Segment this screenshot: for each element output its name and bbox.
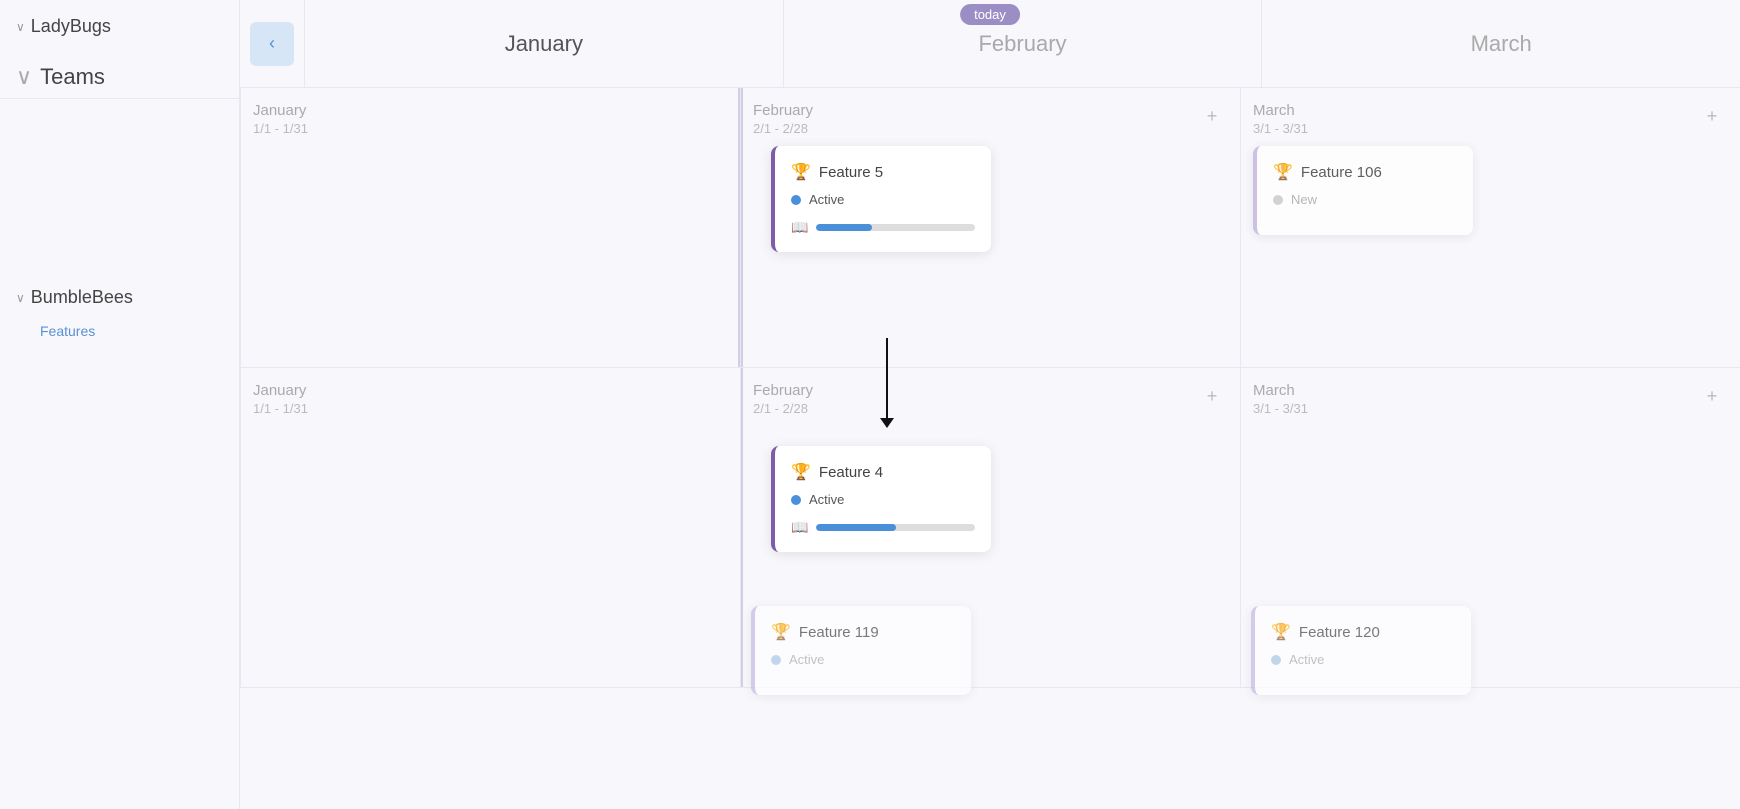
bumblebees-mar-cell: March 3/1 - 3/31 + 🏆 Feature 120 A <box>1240 368 1740 688</box>
feature5-progress-row: 📖 <box>791 219 975 236</box>
sidebar: ∨ LadyBugs Features ∨ BumbleBees Feature… <box>0 0 240 809</box>
ladybugs-mar-label: March <box>1253 102 1728 119</box>
arrow-connector <box>880 338 894 428</box>
feature5-card[interactable]: 🏆 Feature 5 Active 📖 <box>771 146 991 252</box>
month-header-january: January <box>304 0 783 87</box>
feature106-status-label: New <box>1291 192 1317 207</box>
ladybugs-jan-cell: January 1/1 - 1/31 <box>240 88 740 368</box>
month-header-february: February <box>783 0 1262 87</box>
feature119-trophy-icon: 🏆 <box>771 622 791 642</box>
teams-top-header: ∨ Teams <box>0 55 240 99</box>
feature120-title-row: 🏆 Feature 120 <box>1271 622 1455 642</box>
feature120-title: Feature 120 <box>1299 624 1380 641</box>
ladybugs-mar-cell: March 3/1 - 3/31 + 🏆 Feature 106 N <box>1240 88 1740 368</box>
feature4-status-dot <box>791 495 801 505</box>
today-line-feb-lb <box>741 88 743 367</box>
feature106-status-row: New <box>1273 192 1457 207</box>
sidebar-item-bumblebees-features[interactable]: Features <box>40 320 223 342</box>
bumblebees-jan-cell: January 1/1 - 1/31 <box>240 368 740 688</box>
ladybugs-feb-add-button[interactable]: + <box>1200 104 1224 128</box>
feature119-card-wrapper: 🏆 Feature 119 Active <box>751 598 971 695</box>
bumblebees-mar-dates: 3/1 - 3/31 <box>1253 401 1728 416</box>
timeline-grid: January 1/1 - 1/31 February 2/1 - 2/28 + <box>240 88 1740 809</box>
sidebar-team-bumblebees: ∨ BumbleBees Features <box>0 279 239 346</box>
feature119-status-dot <box>771 655 781 665</box>
feature5-status-row: Active <box>791 192 975 207</box>
feature106-trophy-icon: 🏆 <box>1273 162 1293 182</box>
chevron-down-icon-bumblebees: ∨ <box>16 291 25 305</box>
feature119-card[interactable]: 🏆 Feature 119 Active <box>751 606 971 695</box>
feature4-title: Feature 4 <box>819 464 883 481</box>
feature4-book-icon: 📖 <box>791 519 808 536</box>
feature106-title: Feature 106 <box>1301 164 1382 181</box>
ladybugs-mar-dates: 3/1 - 3/31 <box>1253 121 1728 136</box>
feature5-progress-fill <box>816 224 871 231</box>
sidebar-features-bumblebees: Features <box>0 316 239 346</box>
today-button[interactable]: today <box>960 4 1020 25</box>
feature4-trophy-icon: 🏆 <box>791 462 811 482</box>
ladybugs-jan-dates: 1/1 - 1/31 <box>253 121 728 136</box>
feature106-card-wrapper: 🏆 Feature 106 New <box>1253 138 1473 235</box>
feature106-title-row: 🏆 Feature 106 <box>1273 162 1457 182</box>
today-line-feb-bb <box>741 368 743 687</box>
feature5-card-wrapper: 🏆 Feature 5 Active 📖 <box>771 138 991 252</box>
feature4-card[interactable]: 🏆 Feature 4 Active 📖 <box>771 446 991 552</box>
feature120-status-row: Active <box>1271 652 1455 667</box>
feature120-status-label: Active <box>1289 652 1324 667</box>
main-content: today ‹ January February March January 1… <box>240 0 1740 809</box>
ladybugs-jan-label: January <box>253 102 728 119</box>
feature4-progress-fill <box>816 524 895 531</box>
feature120-status-dot <box>1271 655 1281 665</box>
feature5-status-dot <box>791 195 801 205</box>
sidebar-team-label-ladybugs: LadyBugs <box>31 16 111 37</box>
feature120-card-wrapper: 🏆 Feature 120 Active <box>1251 598 1471 695</box>
chevron-down-icon: ∨ <box>16 20 25 34</box>
feature120-card[interactable]: 🏆 Feature 120 Active <box>1251 606 1471 695</box>
feature119-status-row: Active <box>771 652 955 667</box>
feature4-progress-row: 📖 <box>791 519 975 536</box>
arrow-line <box>886 338 888 418</box>
sidebar-team-header-ladybugs[interactable]: ∨ LadyBugs <box>0 8 239 45</box>
bumblebees-jan-label: January <box>253 382 728 399</box>
feature5-status-label: Active <box>809 192 844 207</box>
feature4-title-row: 🏆 Feature 4 <box>791 462 975 482</box>
feature119-title-row: 🏆 Feature 119 <box>771 622 955 642</box>
bumblebees-jan-dates: 1/1 - 1/31 <box>253 401 728 416</box>
feature5-title: Feature 5 <box>819 164 883 181</box>
feature4-status-row: Active <box>791 492 975 507</box>
bumblebees-feb-dates: 2/1 - 2/28 <box>753 401 1228 416</box>
feature4-card-wrapper: 🏆 Feature 4 Active 📖 <box>771 438 991 552</box>
ladybugs-feb-cell: February 2/1 - 2/28 + 🏆 Feature 5 <box>740 88 1240 368</box>
bumblebees-mar-label: March <box>1253 382 1728 399</box>
month-headers: January February March <box>304 0 1740 87</box>
month-header-march: March <box>1261 0 1740 87</box>
teams-label: Teams <box>40 64 105 90</box>
teams-chevron-icon: ∨ <box>16 64 32 90</box>
feature119-title: Feature 119 <box>799 624 879 641</box>
bumblebees-mar-add-button[interactable]: + <box>1700 384 1724 408</box>
ladybugs-feb-dates: 2/1 - 2/28 <box>753 121 1228 136</box>
feature106-card[interactable]: 🏆 Feature 106 New <box>1253 146 1473 235</box>
bumblebees-row: January 1/1 - 1/31 February 2/1 - 2/28 +… <box>240 368 1740 688</box>
feature5-progress-bg <box>816 224 975 231</box>
feature106-status-dot <box>1273 195 1283 205</box>
nav-back-button[interactable]: ‹ <box>250 22 294 66</box>
bumblebees-feb-add-button[interactable]: + <box>1200 384 1224 408</box>
feature4-status-label: Active <box>809 492 844 507</box>
arrow-head <box>880 418 894 428</box>
feature5-book-icon: 📖 <box>791 219 808 236</box>
sidebar-team-header-bumblebees[interactable]: ∨ BumbleBees <box>0 279 239 316</box>
feature5-title-row: 🏆 Feature 5 <box>791 162 975 182</box>
ladybugs-mar-add-button[interactable]: + <box>1700 104 1724 128</box>
ladybugs-feb-label: February <box>753 102 1228 119</box>
sidebar-team-label-bumblebees: BumbleBees <box>31 287 133 308</box>
feature5-trophy-icon: 🏆 <box>791 162 811 182</box>
ladybugs-row: January 1/1 - 1/31 February 2/1 - 2/28 + <box>240 88 1740 368</box>
bumblebees-feb-label: February <box>753 382 1228 399</box>
topbar: today ‹ January February March <box>240 0 1740 88</box>
feature4-progress-bg <box>816 524 975 531</box>
feature119-status-label: Active <box>789 652 824 667</box>
bumblebees-feb-cell: February 2/1 - 2/28 + 🏆 Feature 4 <box>740 368 1240 688</box>
feature120-trophy-icon: 🏆 <box>1271 622 1291 642</box>
